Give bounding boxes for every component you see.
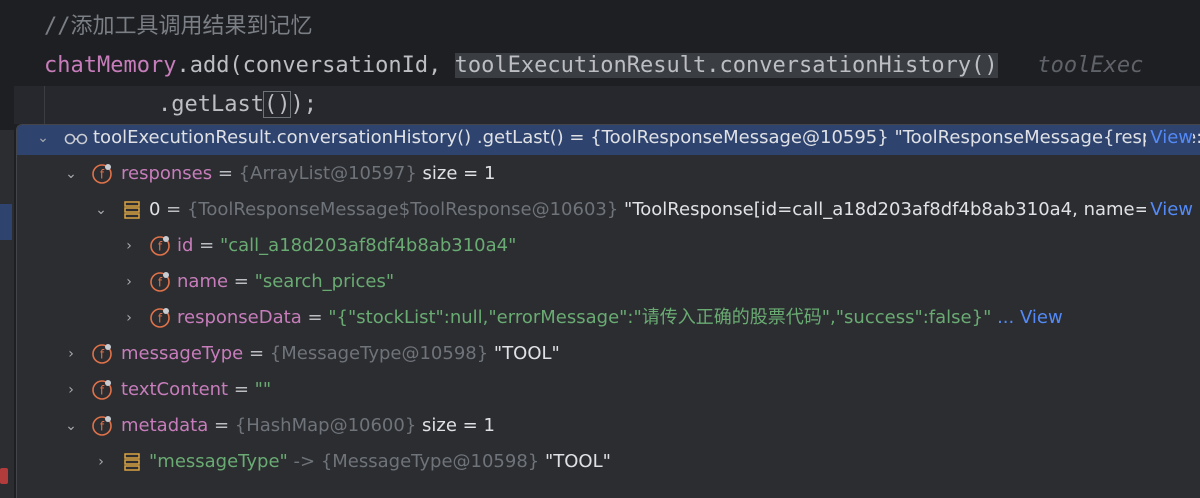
tree-row[interactable]: ⌄ 0 = {ToolResponseMessage$ToolResponse@… [17,193,1200,227]
svg-text:f: f [100,168,105,182]
code-editor[interactable]: //添加工具调用结果到记忆 chatMemory.add(conversatio… [0,0,1200,130]
svg-text:f: f [100,348,105,362]
field-object-icon: f [149,271,171,293]
tree-row[interactable]: › f name = "search_prices" [17,265,1200,299]
root-type: {ToolResponseMessage@10595} [590,127,889,148]
field-object-icon: f [91,163,113,185]
chevron-right-icon[interactable]: › [63,337,79,371]
code-receiver: chatMemory [44,53,177,78]
row-string-value: "call_a18d203af8df4b8ab310a4" [219,235,517,256]
row-type: {ToolResponseMessage$ToolResponse@10603} [186,199,619,220]
row-string-value: "" [254,379,272,400]
chevron-down-icon[interactable]: ⌄ [63,157,79,191]
field-object-icon: f [149,235,171,257]
tree-row[interactable]: › f messageType = {MessageType@10598} "T… [17,337,1200,371]
row-eq: = [208,415,235,436]
row-value: "TOOL" [488,343,560,364]
view-link[interactable]: View [1150,127,1193,148]
row-eq: = [243,343,270,364]
row-name: id [177,235,194,256]
tree-row[interactable]: ⌄ f metadata = {HashMap@10600} size = 1 [17,409,1200,443]
row-name: metadata [121,415,209,436]
row-value: size = 1 [416,163,496,184]
root-expression: toolExecutionResult.conversationHistory(… [93,127,591,148]
row-name: responses [121,163,213,184]
watch-glasses-icon [63,127,89,149]
row-value: "ToolResponse[id=call_a18d203af8df4b8ab3… [618,199,1189,220]
view-link[interactable]: View [1020,307,1063,328]
breakpoint-marker[interactable] [0,468,8,484]
inline-value-hint: toolExec [1037,53,1144,78]
row-string-value: "search_prices" [254,271,395,292]
row-eq: = [301,307,329,328]
row-more: ... [991,307,1020,328]
row-name: name [177,271,229,292]
tree-row[interactable]: › f responseData = "{"stockList":null,"e… [17,301,1200,335]
row-eq: = [160,199,187,220]
tree-row[interactable]: › f textContent = "" [17,373,1200,407]
array-element-icon [121,199,143,221]
chevron-right-icon[interactable]: › [93,445,109,479]
svg-text:f: f [100,384,105,398]
tree-row[interactable]: › f id = "call_a18d203af8df4b8ab310a4" [17,229,1200,263]
row-type: {HashMap@10600} [234,415,417,436]
tree-row[interactable]: ⌄ f responses = {ArrayList@10597} size =… [17,157,1200,191]
chevron-down-icon[interactable]: ⌄ [63,409,79,443]
svg-text:f: f [158,276,163,290]
map-entry-icon [121,451,143,473]
field-object-icon: f [149,307,171,329]
field-object-icon: f [91,343,113,365]
tree-row-root[interactable]: ⌄ toolExecutionResult.conversationHistor… [17,125,1200,155]
chevron-right-icon[interactable]: › [121,229,137,263]
row-key: "messageType" [149,451,288,472]
svg-text:f: f [158,240,163,254]
ide-window: //添加工具调用结果到记忆 chatMemory.add(conversatio… [0,0,1200,498]
indent-guide [44,86,45,124]
evaluated-expression[interactable]: toolExecutionResult.conversationHistory(… [454,53,998,78]
row-name: messageType [121,343,244,364]
row-type: {MessageType@10598} [320,451,540,472]
code-comment: //添加工具调用结果到记忆 [44,14,313,39]
chevron-right-icon[interactable]: › [121,301,137,335]
code-line-add: chatMemory.add(conversationId, toolExecu… [44,47,1143,85]
row-eq: = [193,235,220,256]
row-name: 0 [149,199,161,220]
row-name: textContent [121,379,229,400]
row-type: {MessageType@10598} [269,343,489,364]
gutter-selection-marker [0,204,12,240]
view-link[interactable]: View [1150,199,1193,220]
code-call: .add(conversationId, [176,53,455,78]
code-parens: () [262,91,292,118]
code-line-getlast: .getLast()); [158,86,317,124]
row-type: {ArrayList@10597} [238,163,417,184]
tree-row[interactable]: › "messageType" -> {MessageType@10598} "… [17,445,1200,479]
code-getlast: .getLast [158,92,264,117]
code-tail: ); [290,92,317,117]
svg-text:f: f [100,420,105,434]
chevron-down-icon[interactable]: ⌄ [93,193,109,227]
chevron-down-icon[interactable]: ⌄ [35,125,51,155]
row-eq: = [212,163,239,184]
row-value: size = 1 [416,415,495,436]
chevron-right-icon[interactable]: › [121,265,137,299]
row-eq: = [228,379,255,400]
svg-text:f: f [158,312,163,326]
row-arrow: -> [287,451,321,472]
field-object-icon: f [91,379,113,401]
row-string-value: "{"stockList":null,"errorMessage":"请传入正确… [328,307,992,328]
row-name: responseData [177,307,302,328]
debug-evaluate-popup[interactable]: ⌄ toolExecutionResult.conversationHistor… [16,124,1200,498]
row-value: "TOOL" [539,451,611,472]
field-object-icon: f [91,415,113,437]
chevron-right-icon[interactable]: › [63,373,79,407]
row-eq: = [228,271,255,292]
